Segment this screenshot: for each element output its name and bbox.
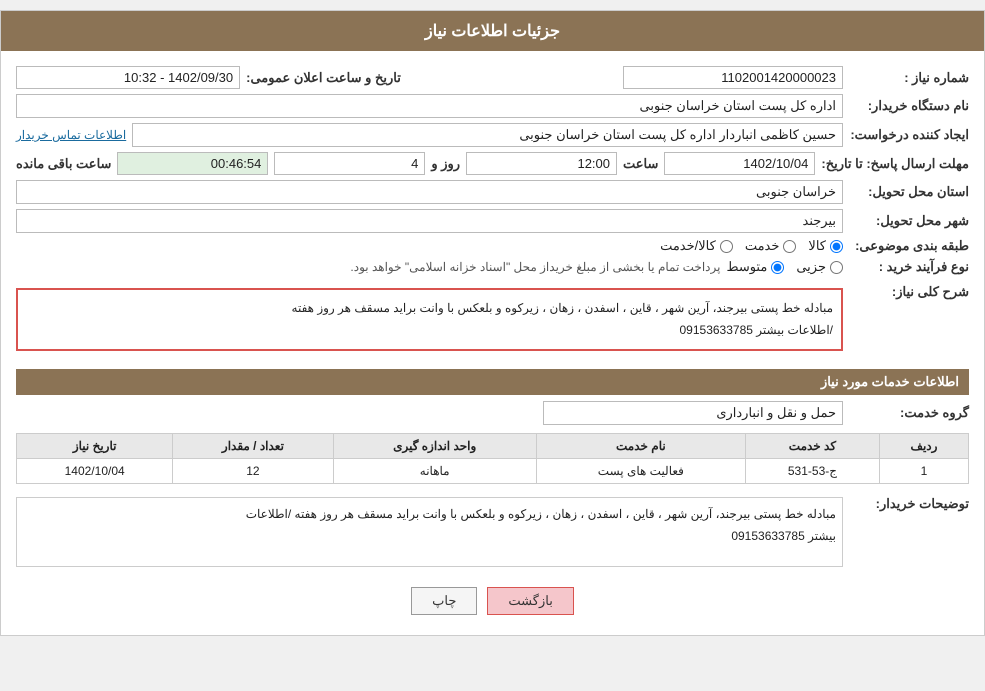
category-label: طبقه بندی موضوعی: [849, 238, 969, 254]
deadline-days-label: روز و [431, 156, 460, 172]
city-value: بیرجند [16, 209, 843, 233]
table-cell-date: 1402/10/04 [17, 459, 173, 484]
table-cell-name: فعالیت های پست [536, 459, 745, 484]
remaining-label: ساعت باقی مانده [16, 156, 111, 172]
announce-label: تاریخ و ساعت اعلان عمومی: [246, 70, 401, 86]
col-header-date: تاریخ نیاز [17, 434, 173, 459]
need-number-row: شماره نیاز : 1102001420000023 تاریخ و سا… [16, 66, 969, 89]
buyer-notes-line1: مبادله خط پستی بیرجند، آرین شهر ، قاین ،… [23, 504, 836, 526]
city-row: شهر محل تحویل: بیرجند [16, 209, 969, 233]
table-cell-unit: ماهانه [333, 459, 536, 484]
process-type-row: نوع فرآیند خرید : جزیی متوسط پرداخت تمام… [16, 259, 969, 275]
province-label: استان محل تحویل: [849, 184, 969, 200]
buyer-notes-box: مبادله خط پستی بیرجند، آرین شهر ، قاین ،… [16, 497, 843, 567]
city-label: شهر محل تحویل: [849, 213, 969, 229]
service-group-value: حمل و نقل و انبارداری [543, 401, 843, 425]
remaining-time: 00:46:54 [117, 152, 268, 175]
buyer-org-value: اداره کل پست استان خراسان جنوبی [16, 94, 843, 118]
table-cell-row: 1 [879, 459, 968, 484]
page-wrapper: جزئیات اطلاعات نیاز شماره نیاز : 1102001… [0, 10, 985, 636]
radio-khadamat-label: خدمت [745, 238, 780, 254]
buyer-org-row: نام دستگاه خریدار: اداره کل پست استان خر… [16, 94, 969, 118]
service-table: ردیف کد خدمت نام خدمت واحد اندازه گیری ت… [16, 433, 969, 484]
col-header-unit: واحد اندازه گیری [333, 434, 536, 459]
radio-jozi[interactable]: جزیی [796, 259, 843, 275]
table-cell-code: ج-53-531 [745, 459, 879, 484]
radio-kala-khadamat-label: کالا/خدمت [660, 238, 716, 254]
buyer-org-label: نام دستگاه خریدار: [849, 98, 969, 114]
creator-label: ایجاد کننده درخواست: [849, 127, 969, 143]
col-header-name: نام خدمت [536, 434, 745, 459]
process-note: پرداخت تمام یا بخشی از مبلغ خریداز محل "… [350, 260, 720, 274]
page-title: جزئیات اطلاعات نیاز [425, 23, 560, 40]
table-header-row: ردیف کد خدمت نام خدمت واحد اندازه گیری ت… [17, 434, 969, 459]
col-header-qty: تعداد / مقدار [173, 434, 333, 459]
table-row: 1ج-53-531فعالیت های پستماهانه121402/10/0… [17, 459, 969, 484]
radio-khadamat[interactable]: خدمت [745, 238, 797, 254]
radio-kala-label: کالا [808, 238, 826, 254]
deadline-row: مهلت ارسال پاسخ: تا تاریخ: 1402/10/04 سا… [16, 152, 969, 175]
province-value: خراسان جنوبی [16, 180, 843, 204]
description-line2: /اطلاعات بیشتر 09153633785 [26, 320, 833, 342]
deadline-time: 12:00 [466, 152, 617, 175]
province-row: استان محل تحویل: خراسان جنوبی [16, 180, 969, 204]
contact-link[interactable]: اطلاعات تماس خریدار [16, 128, 126, 142]
description-line1: مبادله خط پستی بیرجند، آرین شهر ، قاین ،… [26, 298, 833, 320]
deadline-date: 1402/10/04 [664, 152, 815, 175]
radio-jozi-label: جزیی [796, 259, 826, 275]
back-button[interactable]: بازگشت [487, 587, 573, 615]
need-number-value: 1102001420000023 [623, 66, 843, 89]
radio-kala[interactable]: کالا [808, 238, 843, 254]
radio-motevaset[interactable]: متوسط [726, 259, 784, 275]
description-label: شرح کلی نیاز: [849, 280, 969, 300]
creator-value: حسین کاظمی انباردار اداره کل پست استان خ… [132, 123, 843, 147]
deadline-days: 4 [274, 152, 425, 175]
creator-row: ایجاد کننده درخواست: حسین کاظمی انباردار… [16, 123, 969, 147]
buyer-notes-row: توضیحات خریدار: مبادله خط پستی بیرجند، آ… [16, 492, 969, 572]
bottom-buttons: بازگشت چاپ [16, 587, 969, 615]
print-button[interactable]: چاپ [411, 587, 477, 615]
radio-motevaset-label: متوسط [726, 259, 767, 275]
col-header-row: ردیف [879, 434, 968, 459]
buyer-notes-line2: بیشتر 09153633785 [23, 526, 836, 548]
process-radio-group: جزیی متوسط [726, 259, 843, 275]
announce-value: 1402/09/30 - 10:32 [16, 66, 240, 89]
process-type-label: نوع فرآیند خرید : [849, 259, 969, 275]
need-number-label: شماره نیاز : [849, 70, 969, 86]
buyer-notes-label: توضیحات خریدار: [849, 492, 969, 512]
deadline-time-label: ساعت [623, 156, 658, 172]
radio-kala-khadamat[interactable]: کالا/خدمت [660, 238, 733, 254]
deadline-label: مهلت ارسال پاسخ: تا تاریخ: [821, 156, 969, 172]
service-group-label: گروه خدمت: [849, 405, 969, 421]
service-info-title: اطلاعات خدمات مورد نیاز [16, 369, 969, 395]
content-area: شماره نیاز : 1102001420000023 تاریخ و سا… [1, 51, 984, 635]
col-header-code: کد خدمت [745, 434, 879, 459]
service-group-row: گروه خدمت: حمل و نقل و انبارداری [16, 401, 969, 425]
category-row: طبقه بندی موضوعی: کالا خدمت کالا/خدمت [16, 238, 969, 254]
page-header: جزئیات اطلاعات نیاز [1, 11, 984, 51]
description-row: شرح کلی نیاز: مبادله خط پستی بیرجند، آری… [16, 280, 969, 359]
category-radio-group: کالا خدمت کالا/خدمت [660, 238, 843, 254]
table-cell-qty: 12 [173, 459, 333, 484]
description-box: مبادله خط پستی بیرجند، آرین شهر ، قاین ،… [16, 288, 843, 351]
